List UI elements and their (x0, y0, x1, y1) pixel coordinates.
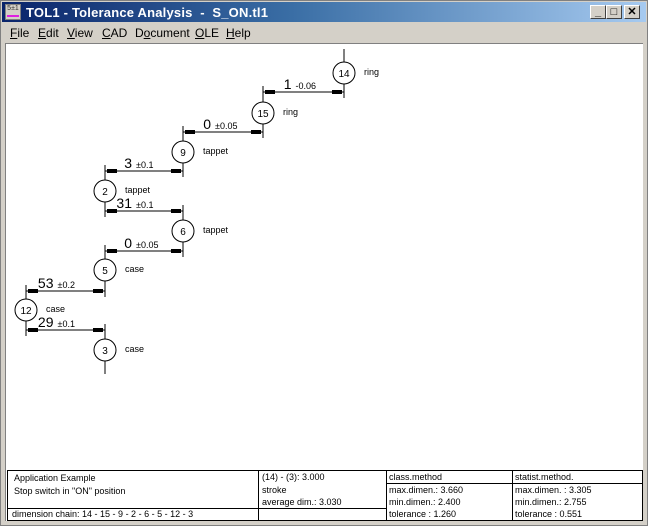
menu-document-label: cument (150, 26, 190, 40)
close-icon: ✕ (627, 6, 637, 18)
minimize-button[interactable]: _ (590, 5, 606, 19)
node-number: 9 (180, 148, 186, 159)
info-table: Application Example Stop switch in "ON" … (7, 470, 643, 521)
description-text: Stop switch in "ON" position (14, 486, 126, 496)
menu-ole[interactable]: OLE (195, 26, 219, 40)
description-title: Application Example (14, 473, 96, 483)
table-divider (386, 483, 642, 484)
menu-help[interactable]: Help (226, 26, 251, 40)
menu-bar: File Edit View CAD Document OLE Help (2, 23, 646, 42)
statist-method-title: statist.method. (515, 472, 574, 482)
arrow-head-right (93, 328, 103, 332)
closing-dimension: (14) - (3): 3.000 (262, 472, 325, 482)
arrow-head-right (332, 90, 342, 94)
node-number: 2 (102, 187, 108, 198)
dimension-tolerance: ±0.1 (58, 319, 75, 329)
table-divider (258, 471, 259, 520)
dimension-value: 29 (38, 314, 54, 330)
maximize-icon: □ (610, 6, 618, 18)
arrow-head-left (28, 328, 38, 332)
table-divider (386, 471, 387, 520)
arrow-head-right (171, 169, 181, 173)
part-label: case (125, 264, 144, 274)
menu-document-pre: D (135, 26, 144, 40)
drawing-canvas[interactable]: 1 -0.06 0 ±0.05 3 ±0.1 31 ±0.1 0 ±0.05 53 ±0.2 29 ±0.… (5, 43, 643, 521)
dimension-value: 3 (124, 155, 132, 171)
dimension-value: 1 (284, 76, 292, 92)
part-label: ring (364, 67, 379, 77)
arrow-head-left (28, 289, 38, 293)
table-divider (512, 471, 513, 520)
menu-file[interactable]: File (10, 26, 29, 40)
result-type: stroke (262, 485, 287, 495)
dimension-value: 0 (203, 116, 211, 132)
node-number: 12 (20, 306, 32, 317)
statist-tolerance: tolerance : 0.551 (515, 509, 583, 519)
part-label: tappet (203, 225, 229, 235)
dimension-tolerance: ±0.1 (136, 200, 153, 210)
node-number: 15 (257, 109, 269, 120)
menu-file-label: ile (17, 26, 30, 40)
arrow-head-left (107, 249, 117, 253)
dimension-value: 0 (124, 235, 132, 251)
arrow-head-left (107, 169, 117, 173)
dimension-tolerance: -0.06 (296, 81, 317, 91)
maximize-button[interactable]: □ (606, 5, 622, 19)
menu-view-label: iew (74, 26, 93, 40)
menu-help-label: elp (234, 26, 251, 40)
dimension-tolerance: ±0.05 (136, 240, 158, 250)
arrow-head-right (251, 130, 261, 134)
application-window: 5±1 TOL1 - Tolerance Analysis - S_ON.tl1… (0, 0, 648, 526)
menu-document[interactable]: Document (135, 26, 190, 40)
node-number: 6 (180, 227, 186, 238)
class-min-dimension: min.dimen.: 2.400 (389, 497, 461, 507)
node-number: 3 (102, 346, 108, 357)
menu-edit-label: dit (46, 26, 59, 40)
menu-ole-label: LE (204, 26, 220, 40)
menu-edit-hotkey: E (38, 26, 47, 40)
class-tolerance: tolerance : 1.260 (389, 509, 457, 519)
arrow-head-right (93, 289, 103, 293)
menu-edit[interactable]: Edit (38, 26, 59, 40)
title-bar[interactable]: 5±1 TOL1 - Tolerance Analysis - S_ON.tl1… (2, 2, 646, 22)
node-number: 5 (102, 266, 108, 277)
menu-cad-hotkey: C (102, 26, 111, 40)
dimension-chain-diagram: 1 -0.060 ±0.053 ±0.131 ±0.10 ±0.0553 ±0.229 ±0.… (14, 49, 379, 374)
dimension-tolerance: ±0.2 (58, 280, 75, 290)
close-button[interactable]: ✕ (624, 5, 640, 19)
dimension-tolerance: ±0.1 (136, 160, 153, 170)
arrow-head-right (171, 249, 181, 253)
menu-view-hotkey: V (67, 26, 75, 40)
dimension-chain-text: dimension chain: 14 - 15 - 9 - 2 - 6 - 5… (12, 509, 194, 519)
class-method-title: class.method (389, 472, 443, 482)
part-label: case (46, 304, 65, 314)
menu-cad[interactable]: CAD (102, 26, 127, 40)
dimension-tolerance: ±0.05 (215, 121, 237, 131)
menu-cad-label: AD (110, 26, 128, 40)
statist-max-dimension: max.dimen. : 3.305 (515, 485, 592, 495)
class-max-dimension: max.dimen.: 3.660 (389, 485, 464, 495)
menu-view[interactable]: View (67, 26, 93, 40)
part-label: case (125, 344, 144, 354)
part-label: tappet (125, 185, 151, 195)
arrow-head-left (185, 130, 195, 134)
node-number: 14 (338, 69, 350, 80)
tol1-app-icon[interactable]: 5±1 (5, 4, 21, 20)
part-label: tappet (203, 146, 229, 156)
dimension-value: 53 (38, 275, 54, 291)
dimension-value: 31 (116, 195, 132, 211)
window-title: TOL1 - Tolerance Analysis - S_ON.tl1 (26, 5, 269, 20)
arrow-head-left (265, 90, 275, 94)
average-dimension: average dim.: 3.030 (262, 497, 342, 507)
statist-min-dimension: min.dimen.: 2.755 (515, 497, 587, 507)
minimize-icon: _ (594, 6, 602, 18)
menu-ole-hotkey: O (195, 26, 205, 40)
part-label: ring (283, 107, 298, 117)
arrow-head-right (171, 209, 181, 213)
menu-help-hotkey: H (226, 26, 235, 40)
